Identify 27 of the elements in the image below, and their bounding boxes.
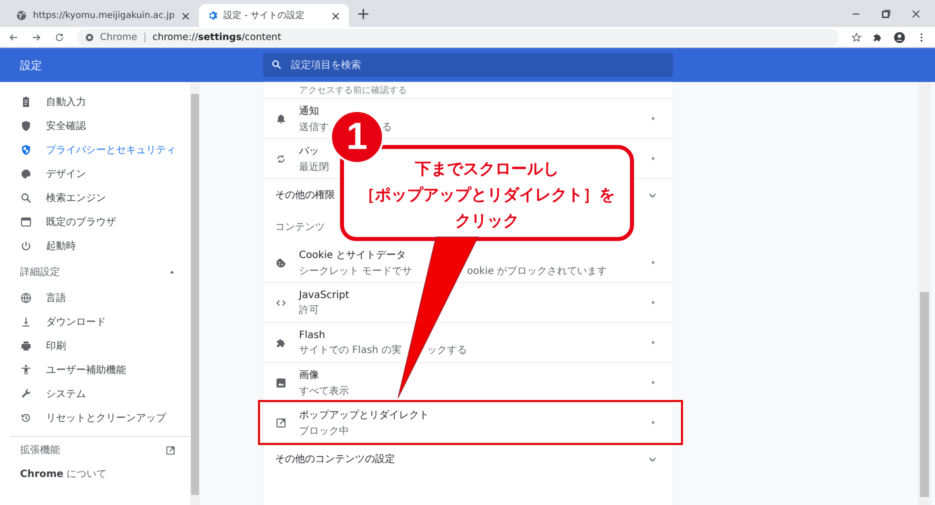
setting-title: ポップアップとリダイレクト xyxy=(299,408,430,422)
setting-description: すべて表示 xyxy=(299,384,349,398)
setting-description: る xyxy=(382,121,392,134)
setting-title: Cookie とサイトデータ xyxy=(299,249,408,262)
setting-title: Flash xyxy=(299,330,326,340)
setting-description: 送信す xyxy=(299,121,329,134)
setting-description: ブロック中 xyxy=(299,424,349,438)
setting-title: 画像 xyxy=(299,369,320,382)
section-label: その他のコンテンツの設定 xyxy=(275,452,395,466)
setting-description: ックする xyxy=(427,344,467,356)
section-label: 詳細設定 xyxy=(20,266,60,279)
setting-description: 最近閉 xyxy=(299,160,329,174)
setting-description: 許可 xyxy=(299,304,319,316)
setting-title: JavaScript xyxy=(299,290,350,300)
callout-text: 下までスクロールし ［ポップアップとリダイレクト］を クリック xyxy=(358,158,616,232)
site-label: Chrome xyxy=(100,32,138,42)
url-text: chrome://settings/content xyxy=(152,32,282,42)
setting-description: ookie がブロックされています xyxy=(467,264,608,278)
setting-title: パッ xyxy=(299,145,320,158)
setting-description: シークレット モードでサ xyxy=(299,265,412,278)
separator: | xyxy=(143,32,146,42)
page-title: 設定 xyxy=(19,58,43,72)
setting-description: アクセスする前に確認する xyxy=(263,82,673,99)
setting-description: サイトでの Flash の実 xyxy=(299,344,402,356)
section-heading: コンテンツ xyxy=(275,221,325,234)
section-label: その他の権限 xyxy=(275,188,335,202)
setting-title: 通知 xyxy=(299,104,320,118)
